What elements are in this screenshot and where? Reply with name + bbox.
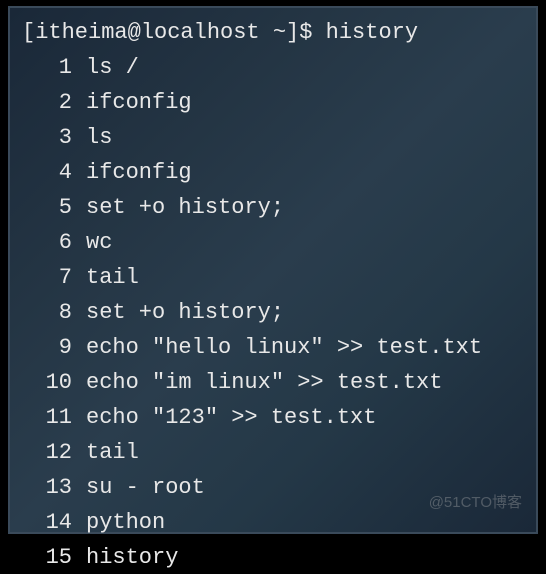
history-line-number: 14 [22, 506, 86, 539]
history-line-number: 12 [22, 436, 86, 469]
history-command: tail [86, 436, 139, 469]
history-command: ifconfig [86, 86, 192, 119]
history-line-number: 7 [22, 261, 86, 294]
history-line-number: 9 [22, 331, 86, 364]
history-line: 1ls / [22, 51, 524, 84]
history-line-number: 10 [22, 366, 86, 399]
history-command: ifconfig [86, 156, 192, 189]
history-command: python [86, 506, 165, 539]
history-line-number: 4 [22, 156, 86, 189]
history-line-number: 2 [22, 86, 86, 119]
history-line-number: 1 [22, 51, 86, 84]
history-line: 8set +o history; [22, 296, 524, 329]
history-command: history [86, 541, 178, 574]
history-line: 3ls [22, 121, 524, 154]
history-line-number: 13 [22, 471, 86, 504]
history-command: set +o history; [86, 191, 284, 224]
history-command: echo "im linux" >> test.txt [86, 366, 442, 399]
history-line: 10echo "im linux" >> test.txt [22, 366, 524, 399]
history-command: ls / [86, 51, 139, 84]
history-line: 11echo "123" >> test.txt [22, 401, 524, 434]
history-line: 12tail [22, 436, 524, 469]
history-line-number: 6 [22, 226, 86, 259]
prompt-command: history [326, 20, 418, 45]
history-line-number: 15 [22, 541, 86, 574]
prompt-user-host: [itheima@localhost ~]$ [22, 20, 326, 45]
history-line: 5set +o history; [22, 191, 524, 224]
history-line: 9echo "hello linux" >> test.txt [22, 331, 524, 364]
history-line-number: 3 [22, 121, 86, 154]
prompt-line: [itheima@localhost ~]$ history [22, 16, 524, 49]
history-command: echo "123" >> test.txt [86, 401, 376, 434]
history-command: set +o history; [86, 296, 284, 329]
watermark: @51CTO博客 [429, 492, 522, 515]
history-command: su - root [86, 471, 205, 504]
terminal-window[interactable]: [itheima@localhost ~]$ history 1ls /2ifc… [8, 6, 538, 534]
history-line: 4ifconfig [22, 156, 524, 189]
history-line: 6wc [22, 226, 524, 259]
history-command: ls [86, 121, 112, 154]
history-line: 7tail [22, 261, 524, 294]
history-command: echo "hello linux" >> test.txt [86, 331, 482, 364]
history-line-number: 11 [22, 401, 86, 434]
history-line: 15history [22, 541, 524, 574]
history-command: wc [86, 226, 112, 259]
history-line: 2ifconfig [22, 86, 524, 119]
history-line-number: 8 [22, 296, 86, 329]
history-command: tail [86, 261, 139, 294]
history-line-number: 5 [22, 191, 86, 224]
